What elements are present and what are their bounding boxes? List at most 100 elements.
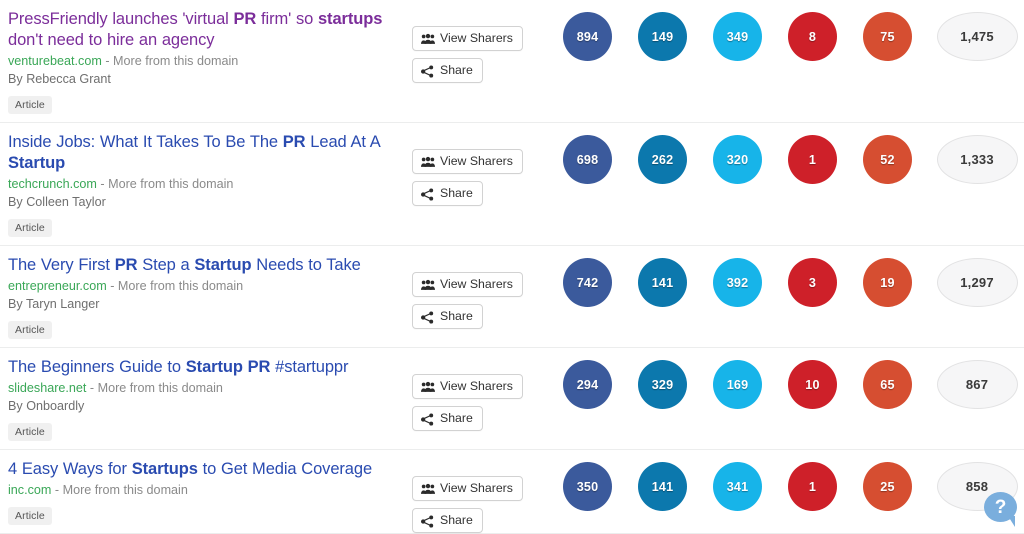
metric-stumbleupon: 19 [863,258,912,307]
share-alt-icon [421,310,435,324]
more-from-domain-link[interactable]: - More from this domain [105,54,238,68]
title-highlight: PR [282,133,306,151]
more-from-domain-link[interactable]: - More from this domain [110,279,243,293]
domain-link[interactable]: entrepreneur.com [8,279,107,293]
metric-slot: 392 [700,258,775,307]
author-line: By Rebecca Grant [8,72,111,86]
title-text: firm' so [256,10,318,28]
share-label: Share [440,513,473,527]
metric-linkedin: 329 [638,360,687,409]
title-text: Step a [137,256,195,274]
metric-slot: 894 [550,12,625,61]
metric-googleplus: 1 [788,135,837,184]
share-button[interactable]: Share [412,406,483,431]
domain-line: entrepreneur.com - More from this domain [8,278,398,295]
domain-line: inc.com - More from this domain [8,482,398,499]
result-title-link[interactable]: PressFriendly launches 'virtual PR firm'… [8,9,398,51]
metric-linkedin: 262 [638,135,687,184]
metric-slot: 10 [775,360,850,409]
title-highlight: Startup [8,154,66,172]
result-title-link[interactable]: 4 Easy Ways for Startups to Get Media Co… [8,459,398,480]
metric-slot: 75 [850,12,925,61]
help-widget-button[interactable]: ? [984,492,1020,528]
metric-facebook: 350 [563,462,612,511]
share-alt-icon [421,514,435,528]
group-users-icon [421,33,435,45]
view-sharers-button[interactable]: View Sharers [412,149,523,174]
result-title-link[interactable]: The Very First PR Step a Startup Needs t… [8,255,398,276]
group-users-icon [421,279,435,291]
share-button[interactable]: Share [412,58,483,83]
metric-stumbleupon: 25 [863,462,912,511]
metric-slot: 294 [550,360,625,409]
metric-facebook: 294 [563,360,612,409]
view-sharers-button[interactable]: View Sharers [412,374,523,399]
result-row: Inside Jobs: What It Takes To Be The PR … [0,123,1024,246]
metric-linkedin: 141 [638,258,687,307]
domain-link[interactable]: techcrunch.com [8,177,97,191]
share-label: Share [440,309,473,323]
view-sharers-label: View Sharers [440,481,513,495]
result-row: PressFriendly launches 'virtual PR firm'… [0,0,1024,123]
title-highlight: PR [233,10,257,28]
metric-slot-total: 867 [925,360,1024,409]
title-text: 4 Easy Ways for [8,460,132,478]
share-alt-icon [421,412,435,426]
question-mark-icon: ? [984,492,1017,522]
title-text: The Beginners Guide to [8,358,186,376]
more-from-domain-link[interactable]: - More from this domain [100,177,233,191]
metric-twitter: 169 [713,360,762,409]
share-button[interactable]: Share [412,181,483,206]
more-from-domain-link[interactable]: - More from this domain [55,483,188,497]
metric-slot: 52 [850,135,925,184]
domain-link[interactable]: venturebeat.com [8,54,102,68]
result-row: 4 Easy Ways for Startups to Get Media Co… [0,450,1024,534]
author-line: By Onboardly [8,399,85,413]
title-highlight: startups [317,10,383,28]
share-button[interactable]: Share [412,304,483,329]
view-sharers-button[interactable]: View Sharers [412,476,523,501]
result-title-link[interactable]: The Beginners Guide to Startup PR #start… [8,357,398,378]
metric-slot: 141 [625,462,700,511]
share-metrics: 698 262 320 1 52 1,333 [547,123,1024,184]
result-info: The Very First PR Step a Startup Needs t… [0,246,412,347]
view-sharers-label: View Sharers [440,379,513,393]
view-sharers-button[interactable]: View Sharers [412,272,523,297]
title-text: Needs to Take [251,256,361,274]
metric-slot: 329 [625,360,700,409]
share-alt-icon [421,187,435,201]
domain-link[interactable]: inc.com [8,483,51,497]
domain-line: slideshare.net - More from this domain [8,380,398,397]
group-users-icon [421,381,435,393]
result-actions: View Sharers Share [412,123,547,206]
view-sharers-button[interactable]: View Sharers [412,26,523,51]
share-metrics: 894 149 349 8 75 1,475 [547,0,1024,61]
metric-slot-total: 1,475 [925,12,1024,61]
result-actions: View Sharers Share [412,0,547,83]
metric-slot: 149 [625,12,700,61]
metric-total: 1,475 [936,12,1018,61]
metric-linkedin: 149 [638,12,687,61]
share-button[interactable]: Share [412,508,483,533]
metric-slot: 65 [850,360,925,409]
view-sharers-label: View Sharers [440,31,513,45]
result-info: 4 Easy Ways for Startups to Get Media Co… [0,450,412,533]
share-alt-icon [421,64,435,78]
result-title-link[interactable]: Inside Jobs: What It Takes To Be The PR … [8,132,398,174]
domain-link[interactable]: slideshare.net [8,381,86,395]
metric-twitter: 341 [713,462,762,511]
view-sharers-label: View Sharers [440,277,513,291]
search-results-page: PressFriendly launches 'virtual PR firm'… [0,0,1024,534]
metric-slot: 141 [625,258,700,307]
metric-total: 1,297 [936,258,1018,307]
author-line: By Taryn Langer [8,297,100,311]
metric-twitter: 320 [713,135,762,184]
result-row: The Beginners Guide to Startup PR #start… [0,348,1024,450]
title-text: PressFriendly launches 'virtual [8,10,234,28]
metric-slot: 350 [550,462,625,511]
share-metrics: 742 141 392 3 19 1,297 [547,246,1024,307]
share-label: Share [440,411,473,425]
metric-facebook: 742 [563,258,612,307]
domain-line: venturebeat.com - More from this domain [8,53,398,70]
more-from-domain-link[interactable]: - More from this domain [90,381,223,395]
